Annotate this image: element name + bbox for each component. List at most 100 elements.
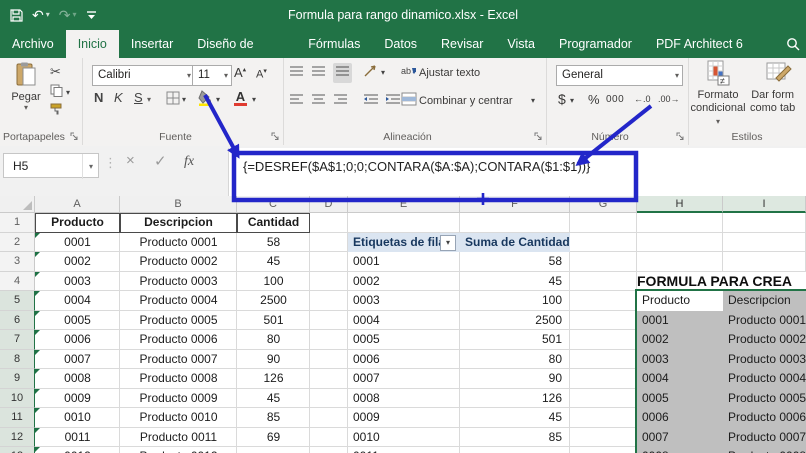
increase-decimal-button[interactable]: ←.0 bbox=[634, 94, 651, 104]
tab-revisar[interactable]: Revisar bbox=[429, 30, 495, 58]
cell-F2[interactable]: Suma de Cantidad bbox=[460, 232, 570, 252]
italic-button[interactable]: K bbox=[114, 90, 123, 105]
cell-C11[interactable]: 85 bbox=[237, 408, 310, 428]
tab-archivo[interactable]: Archivo bbox=[0, 30, 66, 58]
percent-style-button[interactable]: % bbox=[588, 92, 600, 107]
cell-C4[interactable]: 100 bbox=[237, 272, 310, 292]
cell-I5[interactable]: Descripcion bbox=[723, 291, 806, 311]
row-header-3[interactable]: 3 bbox=[0, 252, 35, 272]
cell-I9[interactable]: Producto 0004 bbox=[723, 369, 806, 389]
wrap-text-button[interactable]: ab bbox=[401, 64, 417, 81]
accounting-dropdown-icon[interactable]: ▾ bbox=[570, 96, 574, 105]
cell-F10[interactable]: 126 bbox=[460, 389, 570, 409]
cell-A1[interactable]: Producto bbox=[35, 213, 120, 233]
decrease-decimal-button[interactable]: .00→ bbox=[658, 94, 680, 104]
format-painter-button[interactable] bbox=[50, 102, 64, 118]
underline-button[interactable]: S bbox=[134, 90, 143, 105]
cell-E2[interactable]: Etiquetas de fila ▾ bbox=[348, 232, 460, 252]
cell-H6[interactable]: 0001 bbox=[637, 310, 723, 330]
column-header-F[interactable]: F bbox=[460, 196, 570, 213]
increase-indent-button[interactable] bbox=[385, 93, 401, 109]
cell-B8[interactable]: Producto 0007 bbox=[120, 350, 237, 370]
cell-A8[interactable]: 0007 bbox=[35, 349, 120, 370]
cell-A10[interactable]: 0009 bbox=[35, 388, 120, 409]
orientation-dropdown-icon[interactable]: ▾ bbox=[381, 68, 385, 77]
row-header-7[interactable]: 7 bbox=[0, 330, 35, 350]
accounting-format-button[interactable]: $ bbox=[558, 91, 566, 107]
align-right-button[interactable] bbox=[333, 93, 348, 109]
cell-H12[interactable]: 0007 bbox=[637, 427, 723, 447]
cell-F4[interactable]: 45 bbox=[460, 272, 570, 292]
row-header-6[interactable]: 6 bbox=[0, 310, 35, 330]
row-header-2[interactable]: 2 bbox=[0, 232, 35, 252]
select-all-corner[interactable] bbox=[0, 196, 35, 213]
cell-E10[interactable]: 0008 bbox=[348, 389, 460, 409]
cell-I10[interactable]: Producto 0005 bbox=[723, 388, 806, 408]
cell-F6[interactable]: 2500 bbox=[460, 311, 570, 331]
tab-datos[interactable]: Datos bbox=[372, 30, 429, 58]
row-header-12[interactable]: 12 bbox=[0, 427, 35, 447]
cell-H8[interactable]: 0003 bbox=[637, 349, 723, 369]
cell-E12[interactable]: 0010 bbox=[348, 428, 460, 448]
cell-F8[interactable]: 80 bbox=[460, 350, 570, 370]
undo-dropdown-icon[interactable]: ▾ bbox=[46, 11, 50, 19]
cell-B3[interactable]: Producto 0002 bbox=[120, 252, 237, 272]
cell-B11[interactable]: Producto 0010 bbox=[120, 408, 237, 428]
cell-H7[interactable]: 0002 bbox=[637, 330, 723, 350]
row-header-13[interactable]: 13 bbox=[0, 447, 35, 453]
cell-B9[interactable]: Producto 0008 bbox=[120, 369, 237, 389]
borders-button[interactable] bbox=[166, 91, 180, 108]
cell-C10[interactable]: 45 bbox=[237, 389, 310, 409]
tab-inicio[interactable]: Inicio bbox=[65, 30, 119, 58]
cell-C2[interactable]: 58 bbox=[237, 233, 310, 253]
tell-me-search-button[interactable] bbox=[786, 30, 806, 58]
cell-B7[interactable]: Producto 0006 bbox=[120, 330, 237, 350]
redo-dropdown-icon[interactable]: ▾ bbox=[72, 11, 76, 19]
cell-I11[interactable]: Producto 0006 bbox=[723, 408, 806, 428]
cell-A11[interactable]: 0010 bbox=[35, 408, 120, 428]
conditional-formatting-button[interactable]: ≠ Formato condicional ▾ bbox=[690, 60, 746, 126]
decrease-indent-button[interactable] bbox=[363, 93, 379, 109]
cell-A6[interactable]: 0005 bbox=[35, 310, 120, 331]
name-box-dropdown-icon[interactable]: ▾ bbox=[81, 154, 93, 179]
paste-button[interactable]: Pegar ▾ bbox=[8, 62, 44, 112]
cell-C1[interactable]: Cantidad bbox=[237, 213, 310, 233]
customize-qat-button[interactable] bbox=[86, 9, 97, 21]
align-bottom-button[interactable] bbox=[333, 63, 352, 83]
cell-H9[interactable]: 0004 bbox=[637, 369, 723, 389]
bold-button[interactable]: N bbox=[94, 90, 103, 105]
copy-button[interactable] bbox=[50, 84, 63, 100]
font-color-dropdown-icon[interactable]: ▾ bbox=[252, 95, 256, 104]
tab-fórmulas[interactable]: Fórmulas bbox=[296, 30, 372, 58]
cell-A2[interactable]: 0001 bbox=[35, 232, 120, 253]
cell-E8[interactable]: 0006 bbox=[348, 350, 460, 370]
cell-A7[interactable]: 0006 bbox=[35, 330, 120, 350]
confirm-entry-icon[interactable]: ✓ bbox=[154, 152, 167, 170]
tab-pdf-architect-6-creator[interactable]: PDF Architect 6 Creator bbox=[644, 30, 786, 79]
font-size-combo[interactable]: 11 ▾ bbox=[192, 65, 232, 86]
name-box[interactable]: H5 ▾ bbox=[3, 153, 99, 179]
orientation-button[interactable] bbox=[363, 64, 379, 81]
insert-function-icon[interactable]: fx bbox=[184, 154, 194, 170]
cell-F11[interactable]: 45 bbox=[460, 408, 570, 428]
cell-H13[interactable]: 0008 bbox=[637, 447, 723, 453]
column-header-G[interactable]: G bbox=[570, 196, 637, 213]
align-middle-button[interactable] bbox=[311, 65, 326, 81]
column-header-E[interactable]: E bbox=[348, 196, 460, 213]
font-name-combo[interactable]: Calibri ▾ bbox=[92, 65, 195, 86]
fill-color-dropdown-icon[interactable]: ▾ bbox=[216, 95, 220, 104]
column-header-D[interactable]: D bbox=[310, 196, 348, 213]
redo-button[interactable]: ↷ ▾ bbox=[59, 8, 77, 22]
tab-diseño-de-página[interactable]: Diseño de página bbox=[185, 30, 296, 79]
cell-A9[interactable]: 0008 bbox=[35, 369, 120, 389]
cell-C3[interactable]: 45 bbox=[237, 252, 310, 272]
shrink-font-button[interactable]: A▾ bbox=[256, 67, 267, 81]
cell-A12[interactable]: 0011 bbox=[35, 427, 120, 448]
alignment-dialog-launcher-icon[interactable] bbox=[534, 132, 543, 141]
cell-I7[interactable]: Producto 0002 bbox=[723, 330, 806, 350]
cell-E7[interactable]: 0005 bbox=[348, 330, 460, 350]
merge-center-label[interactable]: Combinar y centrar bbox=[419, 95, 513, 107]
cell-I6[interactable]: Producto 0001 bbox=[723, 310, 806, 330]
undo-button[interactable]: ↶ ▾ bbox=[32, 8, 50, 22]
cell-E4[interactable]: 0002 bbox=[348, 272, 460, 292]
